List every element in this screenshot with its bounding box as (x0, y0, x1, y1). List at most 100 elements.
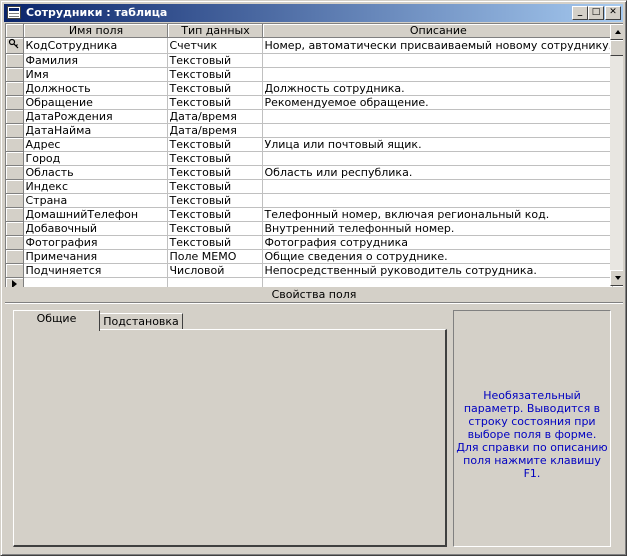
field-name-cell[interactable]: ДатаНайма (23, 123, 168, 138)
field-name-cell[interactable]: Обращение (23, 95, 168, 110)
description-cell[interactable]: Телефонный номер, включая региональный к… (262, 207, 614, 222)
row-selector[interactable] (6, 151, 24, 166)
field-name-cell[interactable]: Должность (23, 81, 168, 96)
description-cell[interactable]: Рекомендуемое обращение. (262, 95, 614, 110)
table-row[interactable]: Подчиняется Числовой Непосредственный руко… (6, 263, 614, 278)
data-type-cell[interactable] (167, 277, 263, 287)
row-selector[interactable] (6, 109, 24, 124)
field-name-cell[interactable]: Фотография (23, 235, 168, 250)
field-name-cell[interactable]: Фамилия (23, 53, 168, 68)
description-cell[interactable] (262, 53, 614, 68)
table-row[interactable]: Имя Текстовый (6, 67, 614, 82)
row-selector[interactable] (6, 193, 24, 208)
table-row[interactable]: Страна Текстовый (6, 193, 614, 208)
tab-general[interactable]: Общие (13, 310, 100, 331)
description-cell[interactable] (262, 123, 614, 138)
data-type-cell[interactable]: Текстовый (167, 193, 263, 208)
minimize-button[interactable]: _ (572, 6, 588, 20)
table-row[interactable]: Фотография Текстовый Фотография сотрудника (6, 235, 614, 250)
field-name-cell[interactable]: Город (23, 151, 168, 166)
row-selector[interactable] (6, 137, 24, 152)
table-row[interactable]: Добавочный Текстовый Внутренний телефонный… (6, 221, 614, 236)
description-cell[interactable]: Внутренний телефонный номер. (262, 221, 614, 236)
field-name-cell[interactable]: Добавочный (23, 221, 168, 236)
table-row[interactable]: ДатаРождения Дата/время (6, 109, 614, 124)
row-selector[interactable] (6, 123, 24, 138)
table-row[interactable]: КодСотрудника Счетчик Номер, автоматически… (6, 37, 614, 54)
description-cell[interactable] (262, 67, 614, 82)
field-name-cell[interactable]: Имя (23, 67, 168, 82)
row-selector[interactable] (6, 249, 24, 264)
data-type-cell[interactable]: Текстовый (167, 151, 263, 166)
column-header-description[interactable]: Описание (262, 24, 614, 38)
description-cell[interactable]: Номер, автоматически присваиваемый новом… (262, 37, 614, 54)
field-name-cell[interactable]: Область (23, 165, 168, 180)
table-row[interactable]: Город Текстовый (6, 151, 614, 166)
data-type-cell[interactable]: Текстовый (167, 207, 263, 222)
field-name-cell[interactable] (23, 277, 168, 287)
data-type-cell[interactable]: Поле MEMO (167, 249, 263, 264)
field-name-cell[interactable]: Индекс (23, 179, 168, 194)
table-row[interactable]: ДатаНайма Дата/время (6, 123, 614, 138)
description-cell[interactable] (262, 193, 614, 208)
data-type-cell[interactable]: Счетчик (167, 37, 263, 54)
data-type-cell[interactable]: Текстовый (167, 53, 263, 68)
row-selector[interactable] (6, 179, 24, 194)
data-type-cell[interactable]: Дата/время (167, 123, 263, 138)
field-name-cell[interactable]: Адрес (23, 137, 168, 152)
row-selector[interactable] (6, 95, 24, 110)
maximize-button[interactable]: □ (588, 6, 604, 20)
field-name-cell[interactable]: Подчиняется (23, 263, 168, 278)
data-type-cell[interactable]: Текстовый (167, 179, 263, 194)
table-row[interactable]: Адрес Текстовый Улица или почтовый ящик. (6, 137, 614, 152)
row-selector[interactable] (6, 263, 24, 278)
description-cell[interactable] (262, 109, 614, 124)
table-row[interactable]: Должность Текстовый Должность сотрудника. (6, 81, 614, 96)
data-type-cell[interactable]: Текстовый (167, 165, 263, 180)
table-row[interactable]: ДомашнийТелефон Текстовый Телефонный номер… (6, 207, 614, 222)
description-cell[interactable]: Улица или почтовый ящик. (262, 137, 614, 152)
description-cell[interactable]: Фотография сотрудника (262, 235, 614, 250)
row-selector[interactable] (6, 235, 24, 250)
description-cell[interactable] (262, 179, 614, 194)
data-type-cell[interactable]: Текстовый (167, 67, 263, 82)
row-selector[interactable] (6, 277, 24, 287)
data-type-cell[interactable]: Дата/время (167, 109, 263, 124)
data-type-cell[interactable]: Текстовый (167, 235, 263, 250)
table-row[interactable]: Индекс Текстовый (6, 179, 614, 194)
data-type-cell[interactable]: Текстовый (167, 221, 263, 236)
scroll-up-button[interactable] (610, 24, 623, 40)
field-name-cell[interactable]: Страна (23, 193, 168, 208)
column-header-data-type[interactable]: Тип данных (167, 24, 263, 38)
field-name-cell[interactable]: ДатаРождения (23, 109, 168, 124)
data-type-cell[interactable]: Текстовый (167, 81, 263, 96)
row-selector[interactable] (6, 67, 24, 82)
description-cell[interactable] (262, 277, 614, 287)
description-cell[interactable]: Общие сведения о сотруднике. (262, 249, 614, 264)
row-selector[interactable] (6, 53, 24, 68)
row-selector[interactable] (6, 207, 24, 222)
title-bar[interactable]: Сотрудники : таблица _ □ ✕ (4, 4, 623, 22)
field-name-cell[interactable]: КодСотрудника (23, 37, 168, 54)
table-row[interactable]: Фамилия Текстовый (6, 53, 614, 68)
row-selector[interactable] (6, 81, 24, 96)
column-header-field-name[interactable]: Имя поля (23, 24, 168, 38)
table-row[interactable] (6, 277, 614, 287)
row-selector[interactable] (6, 37, 24, 54)
vertical-scrollbar[interactable] (610, 24, 623, 286)
description-cell[interactable]: Область или республика. (262, 165, 614, 180)
field-name-cell[interactable]: Примечания (23, 249, 168, 264)
field-name-cell[interactable]: ДомашнийТелефон (23, 207, 168, 222)
description-cell[interactable] (262, 151, 614, 166)
description-cell[interactable]: Непосредственный руководитель сотрудника… (262, 263, 614, 278)
table-row[interactable]: Область Текстовый Область или республика. (6, 165, 614, 180)
table-row[interactable]: Обращение Текстовый Рекомендуемое обращени… (6, 95, 614, 110)
data-type-cell[interactable]: Текстовый (167, 137, 263, 152)
data-type-cell[interactable]: Текстовый (167, 95, 263, 110)
close-button[interactable]: ✕ (605, 6, 621, 20)
data-type-cell[interactable]: Числовой (167, 263, 263, 278)
scroll-thumb[interactable] (610, 40, 623, 56)
description-cell[interactable]: Должность сотрудника. (262, 81, 614, 96)
table-row[interactable]: Примечания Поле MEMO Общие сведения о сотр… (6, 249, 614, 264)
row-selector[interactable] (6, 221, 24, 236)
